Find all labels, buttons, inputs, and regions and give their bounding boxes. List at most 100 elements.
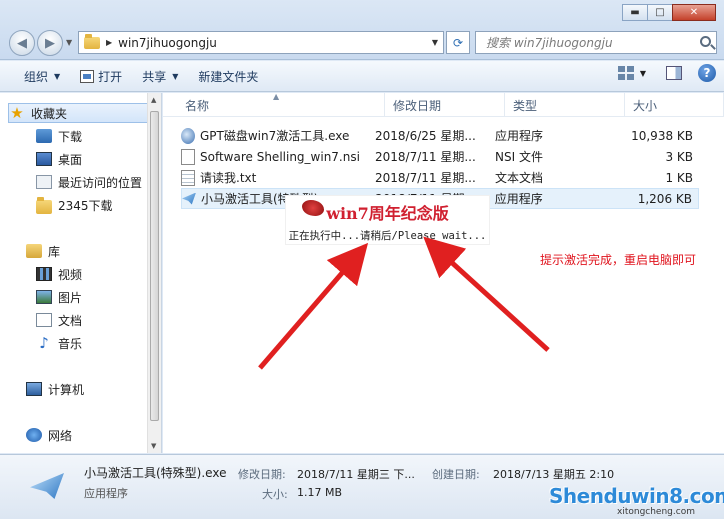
scroll-down-icon[interactable]: ▼ — [151, 442, 156, 450]
file-date: 2018/7/11 星期... — [375, 171, 476, 185]
nav-label: 计算机 — [48, 382, 85, 397]
column-header-type[interactable]: 类型 — [505, 93, 625, 117]
preview-pane-icon[interactable] — [666, 66, 682, 80]
file-size: 1,206 KB — [637, 191, 692, 206]
maximize-button[interactable]: □ — [647, 4, 673, 21]
recent-pages-dropdown[interactable]: ▼ — [66, 38, 72, 47]
popup-message: 正在执行中...请稍后/Please wait... — [288, 230, 487, 242]
nav-item-downloads[interactable]: 下载 — [36, 126, 184, 146]
desktop-icon — [36, 152, 52, 166]
organize-label: 组织 — [24, 69, 49, 84]
open-button[interactable]: 打开 — [70, 64, 132, 88]
address-bar[interactable]: ▶ win7jihuogongju ▼ — [78, 31, 444, 54]
star-icon: ★ — [10, 104, 24, 122]
search-input[interactable]: 搜索 win7jihuogongju — [475, 31, 717, 54]
scrollbar-thumb[interactable] — [150, 111, 159, 421]
nav-item-documents[interactable]: 文档 — [36, 310, 184, 330]
nav-label: 文档 — [58, 313, 83, 328]
file-row[interactable]: 请读我.txt 2018/7/11 星期... 文本文档 1 KB — [181, 167, 699, 188]
activation-complete-note: 提示激活完成，重启电脑即可 — [540, 253, 697, 267]
video-library-icon — [36, 267, 52, 281]
activation-progress-popup: win7周年纪念版 正在执行中...请稍后/Please wait... — [285, 195, 490, 245]
open-label: 打开 — [98, 69, 123, 84]
nsi-file-icon — [181, 148, 195, 165]
nav-item-pictures[interactable]: 图片 — [36, 287, 184, 307]
file-name: Software Shelling_win7.nsi — [200, 149, 360, 164]
close-button[interactable]: ✕ — [672, 4, 716, 21]
file-date: 2018/6/25 星期... — [375, 129, 476, 143]
caret-down-icon: ▼ — [54, 71, 61, 81]
recent-places-icon — [36, 175, 52, 189]
nav-item-music[interactable]: ♪ 音乐 — [36, 333, 184, 353]
sort-ascending-icon: ▲ — [273, 92, 280, 101]
share-button[interactable]: 共享 ▼ — [132, 64, 188, 88]
nav-item-desktop[interactable]: 桌面 — [36, 149, 184, 169]
file-row[interactable]: GPT磁盘win7激活工具.exe 2018/6/25 星期... 应用程序 1… — [181, 125, 699, 146]
nav-scrollbar[interactable]: ▲ ▼ — [147, 93, 161, 453]
details-file-kind: 应用程序 — [84, 487, 128, 500]
folder-icon — [36, 196, 52, 214]
back-arrow-icon: ◀ — [17, 35, 27, 51]
column-headers: ▲ 名称 修改日期 类型 大小 — [163, 93, 724, 117]
pictures-library-icon — [36, 290, 52, 304]
command-toolbar: 组织 ▼ 打开 共享 ▼ 新建文件夹 ▼ ? — [0, 61, 724, 92]
documents-library-icon — [36, 313, 52, 327]
paper-plane-icon — [30, 473, 64, 499]
details-size-label: 大小: — [262, 488, 288, 501]
search-icon[interactable] — [700, 36, 711, 47]
file-size: 10,938 KB — [631, 128, 693, 143]
address-dropdown-icon[interactable]: ▼ — [427, 38, 443, 47]
nav-label: 收藏夹 — [31, 106, 68, 121]
help-icon[interactable]: ? — [698, 64, 716, 82]
column-header-name[interactable]: ▲ 名称 — [163, 93, 385, 117]
nav-item-favorites[interactable]: ★ 收藏夹 — [8, 103, 148, 123]
view-dropdown-icon[interactable]: ▼ — [640, 69, 646, 78]
breadcrumb-chevron-icon[interactable]: ▶ — [106, 38, 112, 47]
watermark-brand: Shenduwin8.com — [549, 484, 724, 508]
nav-label: 视频 — [58, 267, 83, 282]
window-titlebar: ▬ □ ✕ ◀ ▶ ▼ ▶ win7jihuogongju ▼ ⟳ 搜索 win… — [0, 0, 724, 60]
file-name: GPT磁盘win7激活工具.exe — [200, 129, 350, 143]
scroll-up-icon[interactable]: ▲ — [151, 96, 156, 104]
refresh-icon: ⟳ — [452, 35, 464, 50]
nav-label: 下载 — [58, 129, 83, 144]
nav-label: 图片 — [58, 290, 83, 305]
forward-button[interactable]: ▶ — [37, 30, 63, 56]
column-name-label: 名称 — [185, 98, 210, 113]
forward-arrow-icon: ▶ — [45, 35, 55, 51]
paper-plane-icon — [182, 192, 196, 205]
details-modified-label: 修改日期: — [238, 468, 286, 481]
nav-item-recent[interactable]: 最近访问的位置 — [36, 172, 184, 192]
new-folder-button[interactable]: 新建文件夹 — [188, 64, 268, 88]
view-options-icon[interactable] — [617, 66, 634, 80]
details-size-value: 1.17 MB — [297, 486, 343, 499]
navigation-pane: ★ 收藏夹 下载 桌面 最近访问的位置 2345下载 库 视频 图片 文档 ♪ 音乐… — [0, 93, 162, 453]
column-date-label: 修改日期 — [393, 98, 442, 113]
file-date: 2018/7/11 星期... — [375, 150, 476, 164]
site-watermark: Shenduwin8.com xitongcheng.com — [545, 478, 724, 517]
folder-icon — [84, 33, 100, 49]
organize-button[interactable]: 组织 ▼ — [14, 64, 70, 88]
back-button[interactable]: ◀ — [9, 30, 35, 56]
file-size: 1 KB — [665, 170, 693, 185]
nav-label: 桌面 — [58, 152, 83, 167]
open-icon — [80, 69, 95, 83]
column-header-date[interactable]: 修改日期 — [385, 93, 505, 117]
file-type: 应用程序 — [495, 129, 544, 143]
nav-item-videos[interactable]: 视频 — [36, 264, 184, 284]
file-row[interactable]: Software Shelling_win7.nsi 2018/7/11 星期.… — [181, 146, 699, 167]
refresh-button[interactable]: ⟳ — [446, 31, 470, 54]
details-created-label: 创建日期: — [432, 468, 480, 481]
library-icon — [26, 244, 42, 258]
details-modified-value: 2018/7/11 星期三 下... — [297, 468, 415, 481]
minimize-button[interactable]: ▬ — [622, 4, 648, 21]
new-folder-label: 新建文件夹 — [198, 69, 259, 84]
toolbar-right: ▼ ? — [617, 64, 716, 82]
file-name: 请读我.txt — [200, 171, 257, 185]
column-header-size[interactable]: 大小 — [625, 93, 724, 117]
file-type: 文本文档 — [495, 171, 544, 185]
watermark-subtext: xitongcheng.com — [617, 507, 695, 517]
nav-label: 库 — [48, 244, 61, 259]
breadcrumb-current-folder[interactable]: win7jihuogongju — [118, 36, 427, 50]
nav-item-2345-downloads[interactable]: 2345下载 — [36, 195, 184, 215]
